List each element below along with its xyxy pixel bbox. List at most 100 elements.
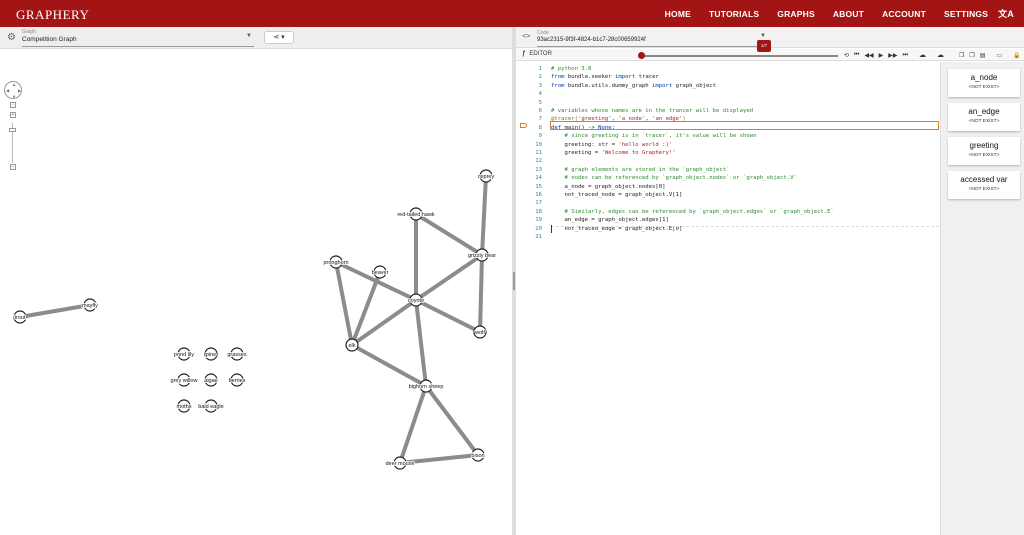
copy-icon[interactable]: ❐ [959, 52, 964, 59]
graph-node[interactable]: bighorn sheep [408, 379, 444, 393]
line-text: # graph elements are stored in the `grap… [564, 166, 730, 173]
cloud-upload-icon[interactable]: ☁ [919, 51, 926, 59]
step-progress-knob[interactable]: 1/7 [638, 40, 771, 59]
line-text: a_node = graph_object.nodes[0] [551, 183, 666, 190]
graph-edge[interactable] [480, 175, 488, 256]
graph-node[interactable]: grasses [227, 347, 248, 361]
graph-node-label: mayfly [82, 303, 98, 309]
line-number: 15 [535, 183, 542, 190]
code-selector[interactable]: 93ac2315-9f3f-4824-b1c7-28c00659924f [537, 37, 646, 43]
line-text: # since greeting is in `tracer`, it's va… [564, 133, 757, 140]
line-text: # variables whose names are in the tranc… [551, 108, 754, 114]
graph-node[interactable]: pond lily [173, 347, 195, 361]
line-number: 8 [538, 124, 542, 131]
graph-node[interactable]: pine [204, 347, 218, 361]
graph-node[interactable]: beaver [371, 265, 389, 279]
nav-tutorials[interactable]: TUTORIALS [709, 9, 759, 19]
line-number: 3 [538, 82, 542, 89]
cursor-line [551, 226, 939, 227]
current-line-highlight [550, 121, 939, 130]
editor-label: EDITOR [529, 51, 552, 57]
paste-icon[interactable]: ❐ [969, 52, 974, 59]
gear-icon[interactable]: ⚙ [7, 32, 16, 43]
graph-node-label: grasses [227, 352, 247, 358]
variable-card[interactable]: greeting <NOT EXIST> [948, 137, 1020, 165]
graph-edge[interactable] [19, 303, 91, 319]
play-icon[interactable]: ▶ [879, 52, 884, 59]
graph-node[interactable]: osprey [477, 169, 495, 183]
graph-canvas[interactable]: osprey red-tailed hawk grizzly bear prongho… [0, 76, 512, 535]
graph-node-label: pine [206, 352, 216, 358]
graph-edge[interactable] [414, 299, 428, 387]
graph-node[interactable]: wolf [473, 325, 487, 339]
graph-edge[interactable] [424, 384, 480, 457]
nav-graphs[interactable]: GRAPHS [777, 9, 815, 19]
graph-node-label: bison [471, 453, 484, 459]
step-back-icon[interactable]: ◀◀ [864, 52, 873, 59]
chevron-down-icon[interactable]: ▼ [760, 33, 766, 39]
graph-node[interactable]: grey willow [170, 373, 198, 387]
share-icon: ⋖ ▾ [273, 34, 285, 41]
graph-edge[interactable] [415, 298, 481, 334]
graph-edge[interactable] [334, 261, 354, 346]
graph-node[interactable]: red-tailed hawk [397, 207, 436, 221]
graph-edge[interactable] [478, 254, 484, 333]
graph-node[interactable]: bald eagle [198, 399, 224, 413]
lock-icon[interactable]: 🔒 [1013, 52, 1020, 59]
graph-panel: ⚙ Graph Competition Graph ▼ ⋖ ▾ ▲ ▼ ◀ ▶ … [0, 27, 512, 535]
variable-value: <NOT EXIST> [968, 119, 1000, 124]
variable-panel: a_node <NOT EXIST> an_edge <NOT EXIST> g… [940, 62, 1024, 535]
code-editor[interactable]: 1 # python 3.8 2 from bundle.seeker import … [516, 62, 940, 535]
skip-first-icon[interactable]: ⏮ [854, 52, 859, 59]
clipboard-icon[interactable]: ▤ [980, 52, 986, 59]
variable-card[interactable]: an_edge <NOT EXIST> [948, 103, 1020, 131]
graph-node[interactable]: mayfly [81, 298, 99, 312]
line-number: 20 [535, 225, 542, 232]
graph-edge[interactable] [414, 212, 484, 257]
nav-settings[interactable]: SETTINGS [944, 9, 988, 19]
graph-edge[interactable] [414, 253, 484, 302]
line-text: greeting = 'Welcome to Graphery!' [551, 150, 676, 156]
history-icon[interactable]: ⟲ [844, 52, 849, 59]
line-text: # python 3.8 [551, 66, 592, 72]
line-number: 17 [535, 200, 542, 207]
step-progress-track[interactable] [640, 55, 838, 57]
nav-account[interactable]: ACCOUNT [882, 9, 926, 19]
translate-icon[interactable]: 文A [998, 7, 1014, 20]
graph-node[interactable]: bison [471, 448, 485, 462]
code-line[interactable]: 21 [516, 234, 940, 243]
cloud-download-icon[interactable]: ☁ [937, 51, 944, 59]
brand-logo[interactable]: GRAPHERY [16, 7, 89, 23]
graph-node[interactable]: deer mouse [385, 456, 415, 470]
line-number: 12 [535, 158, 542, 165]
nav-about[interactable]: ABOUT [833, 9, 864, 19]
share-button[interactable]: ⋖ ▾ [264, 31, 294, 44]
graph-node[interactable]: moths [176, 399, 193, 413]
nav-home[interactable]: HOME [665, 9, 691, 19]
variable-card[interactable]: accessed var <NOT EXIST> [948, 171, 1020, 199]
variable-name: a_node [970, 73, 998, 82]
graph-node[interactable]: elk [345, 338, 359, 352]
graph-node-label: moths [177, 404, 192, 410]
graph-node[interactable]: trout [13, 310, 27, 324]
line-text: not_traced_node = graph_object.V[1] [551, 192, 683, 198]
graph-node[interactable]: algae [203, 373, 219, 387]
graph-node-label: coyote [408, 298, 424, 304]
stepper-controls: ⟲ ⏮ ◀◀ ▶ ▶▶ ⏭ ☁ ☁ ❐ ❐ ▤ ▭ 🔒 [844, 49, 1024, 61]
code-selector-label: Code [537, 30, 549, 36]
step-forward-icon[interactable]: ▶▶ [888, 52, 897, 59]
graph-node-label: pond lily [174, 352, 194, 358]
function-icon: ƒ [522, 51, 526, 57]
divider-grip[interactable] [513, 272, 515, 290]
graph-nodes: osprey red-tailed hawk grizzly bear prongho… [13, 169, 497, 470]
graph-edge[interactable] [351, 343, 427, 388]
skip-last-icon[interactable]: ⏭ [903, 52, 908, 59]
editor-tab[interactable]: ƒ EDITOR [522, 51, 552, 57]
chevron-down-icon[interactable]: ▼ [246, 33, 252, 39]
graph-edge[interactable] [398, 385, 428, 464]
variable-card[interactable]: a_node <NOT EXIST> [948, 69, 1020, 97]
graph-selector[interactable]: Competition Graph [22, 36, 77, 43]
line-number: 7 [538, 116, 542, 123]
desktop-icon[interactable]: ▭ [996, 52, 1002, 59]
graph-node[interactable]: berries [228, 373, 246, 387]
